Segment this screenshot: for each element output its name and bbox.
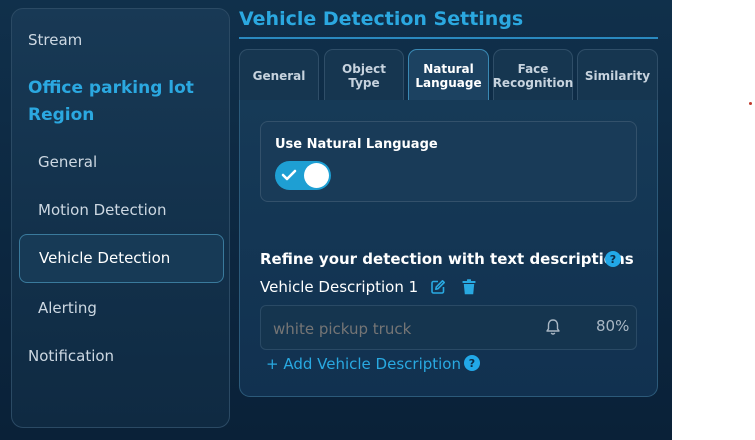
tab-object-type[interactable]: Object Type bbox=[324, 49, 404, 101]
tab-label: Face bbox=[517, 61, 549, 76]
sidebar-region-title[interactable]: Office parking lot Region bbox=[28, 75, 218, 129]
stray-marker bbox=[749, 102, 752, 105]
add-vehicle-description-link[interactable]: + Add Vehicle Description bbox=[266, 355, 461, 373]
sidebar-item-notification[interactable]: Notification bbox=[28, 347, 114, 365]
app-window: Stream Office parking lot Region General… bbox=[0, 0, 672, 440]
title-underline bbox=[239, 37, 658, 39]
sidebar: Stream Office parking lot Region General… bbox=[11, 8, 230, 428]
refine-heading: Refine your detection with text descript… bbox=[260, 250, 634, 268]
vehicle-description-field[interactable] bbox=[260, 305, 637, 350]
tab-label: Object bbox=[342, 61, 386, 76]
toggle-knob bbox=[304, 163, 329, 188]
help-icon[interactable]: ? bbox=[605, 251, 621, 267]
trash-icon[interactable] bbox=[462, 279, 476, 295]
sidebar-item-motion-detection[interactable]: Motion Detection bbox=[38, 201, 167, 219]
check-icon bbox=[281, 169, 297, 181]
sidebar-item-label: Vehicle Detection bbox=[39, 249, 171, 267]
tab-label: General bbox=[252, 68, 306, 83]
tab-similarity[interactable]: Similarity bbox=[577, 49, 658, 101]
help-icon[interactable]: ? bbox=[464, 355, 480, 371]
tab-label: Type bbox=[348, 75, 380, 90]
sidebar-item-stream[interactable]: Stream bbox=[28, 31, 82, 49]
sidebar-item-alerting[interactable]: Alerting bbox=[38, 299, 97, 317]
edit-icon[interactable] bbox=[430, 279, 446, 295]
natural-language-toggle[interactable] bbox=[275, 161, 331, 190]
vehicle-description-input[interactable] bbox=[271, 317, 525, 341]
tab-label: Recognition bbox=[492, 75, 574, 90]
natural-language-label: Use Natural Language bbox=[275, 137, 438, 152]
sidebar-item-general[interactable]: General bbox=[38, 153, 97, 171]
confidence-value: 80% bbox=[596, 317, 630, 335]
sidebar-item-vehicle-detection[interactable]: Vehicle Detection bbox=[19, 234, 224, 283]
vehicle-description-label: Vehicle Description 1 bbox=[260, 278, 419, 296]
tab-label: Similarity bbox=[584, 68, 651, 83]
tab-label: Language bbox=[415, 75, 482, 90]
tab-label: Natural bbox=[423, 61, 474, 76]
bell-icon[interactable] bbox=[545, 318, 561, 336]
page-title: Vehicle Detection Settings bbox=[239, 8, 524, 30]
tab-natural-language[interactable]: Natural Language bbox=[408, 49, 489, 101]
tab-face-recognition[interactable]: Face Recognition bbox=[493, 49, 573, 101]
tab-general[interactable]: General bbox=[239, 49, 319, 101]
